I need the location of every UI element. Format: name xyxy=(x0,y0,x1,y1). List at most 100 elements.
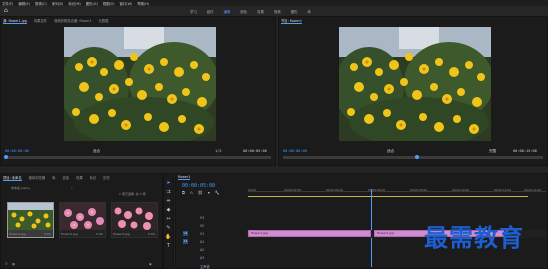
source-monitor: 源: flower1.jpg 效果控件 音频剪辑混合器: flower1 元数据 xyxy=(0,16,276,183)
tab-markers[interactable]: 标记 xyxy=(90,175,97,180)
settings-icon[interactable]: 🔧 xyxy=(215,191,220,195)
workspace-editing[interactable]: 编辑 xyxy=(224,9,231,14)
snap-icon[interactable]: ∩ xyxy=(190,191,193,195)
flower-image xyxy=(64,27,216,141)
source-viewer[interactable] xyxy=(64,27,216,141)
workspace-effects[interactable]: 效果 xyxy=(257,9,264,14)
tab-info[interactable]: 信息 xyxy=(62,175,69,180)
selection-count: 1 项已选择, 共 5 项 xyxy=(119,192,146,196)
project-item-flower1[interactable]: flower1.jpg 5:00 xyxy=(7,202,54,238)
track-a3: A3 xyxy=(200,256,205,260)
track-v1: V1 xyxy=(200,232,205,236)
menu-graphics[interactable]: 图形(G) xyxy=(86,1,98,6)
source-fit-select[interactable]: 适合 xyxy=(93,149,100,154)
timeline-timecode[interactable]: 00:00:05:00 xyxy=(182,183,215,189)
project-item-flower3[interactable]: flower3.jpg 5:00 xyxy=(111,202,158,238)
track-v2: V2 xyxy=(200,224,205,228)
workspace-learn[interactable]: 学习 xyxy=(190,9,197,14)
tab-metadata[interactable]: 元数据 xyxy=(99,18,109,23)
program-monitor: 节目: flower1 00:00:00:00 适合 完整 00:00:15:0… xyxy=(278,16,548,183)
tab-audio-mixer[interactable]: 音频剪辑混合器: flower1 xyxy=(54,18,92,23)
tab-project[interactable]: 项目: 未命名 xyxy=(3,175,22,181)
tab-media-browser[interactable]: 媒体浏览器 xyxy=(29,175,45,180)
timeline-playhead[interactable] xyxy=(371,189,372,267)
search-icon[interactable]: ⌕ xyxy=(71,186,73,190)
ruler-label: 00:00:12:00 xyxy=(494,188,512,192)
linked-selection-icon[interactable]: ⛓ xyxy=(198,191,203,195)
nest-icon[interactable]: ⧉ xyxy=(182,191,185,195)
workspace-assembly[interactable]: 组件 xyxy=(207,9,214,14)
home-icon[interactable]: ⌂ xyxy=(4,7,10,14)
ruler-label: 00:00:04:00 xyxy=(326,188,344,192)
source-patch-a1[interactable]: A1 xyxy=(183,239,188,244)
type-tool-icon[interactable]: T xyxy=(165,243,172,250)
source-timecode[interactable]: 00:00:00:00 xyxy=(5,149,29,153)
source-scrub-bar[interactable] xyxy=(5,156,271,159)
workspace-bar: ⌂ 学习 组件 编辑 颜色 效果 音频 图形 库 xyxy=(0,6,548,16)
watermark-text: 最需教育 xyxy=(424,223,524,252)
menu-file[interactable]: 文件(F) xyxy=(2,1,13,6)
hand-tool-icon[interactable]: ✋ xyxy=(165,234,172,241)
source-patch-v1[interactable]: V1 xyxy=(183,231,188,236)
selection-tool-icon[interactable]: ➤ xyxy=(165,180,172,187)
project-item-flower2[interactable]: flower2.jpg 5:00 xyxy=(59,202,106,238)
item-duration: 5:00 xyxy=(44,232,51,236)
slip-tool-icon[interactable]: ↔ xyxy=(165,216,172,223)
tab-sequence[interactable]: flower1 xyxy=(178,175,191,180)
menu-window[interactable]: 窗口(W) xyxy=(120,1,133,6)
tab-program[interactable]: 节目: flower1 xyxy=(281,18,303,24)
workspace-audio[interactable]: 音频 xyxy=(274,9,281,14)
clip-flower1[interactable]: flower1.jpg xyxy=(248,230,371,237)
timeline-tabbar: flower1 xyxy=(176,174,197,181)
tab-history[interactable]: 历史 xyxy=(103,175,110,180)
tab-effect-controls[interactable]: 效果控件 xyxy=(34,18,47,23)
menu-edit[interactable]: 编辑(E) xyxy=(18,1,30,6)
program-fit-select[interactable]: 适合 xyxy=(387,149,394,154)
track-a1: A1 xyxy=(200,240,205,244)
menu-view[interactable]: 视图(V) xyxy=(103,1,115,6)
program-playhead[interactable] xyxy=(415,155,419,159)
pen-tool-icon[interactable]: ✎ xyxy=(165,225,172,232)
razor-tool-icon[interactable]: ◆ xyxy=(165,207,172,214)
source-playhead[interactable] xyxy=(4,155,8,159)
menu-marker[interactable]: 标记(M) xyxy=(68,1,80,6)
new-item-icon[interactable]: ▣ xyxy=(149,262,152,266)
source-resolution[interactable]: 1/2 xyxy=(215,149,222,153)
menu-sequence[interactable]: 序列(S) xyxy=(52,1,64,6)
master-track: 主声道 xyxy=(200,265,210,269)
program-timecode[interactable]: 00:00:00:00 xyxy=(283,149,307,153)
tab-effects[interactable]: 效果 xyxy=(76,175,83,180)
add-marker-icon[interactable]: ▾ xyxy=(208,191,210,195)
project-file-name: 未命名.prproj xyxy=(11,186,30,190)
workspace-color[interactable]: 颜色 xyxy=(240,9,247,14)
ruler-label: 00:00 xyxy=(248,188,257,192)
ruler-label: 00:00:14:00 xyxy=(524,188,542,192)
ruler-label: 00:00:08:00 xyxy=(410,188,428,192)
program-viewer[interactable] xyxy=(339,27,491,141)
source-tabbar: 源: flower1.jpg 效果控件 音频剪辑混合器: flower1 元数据 xyxy=(1,17,115,24)
program-tabbar: 节目: flower1 xyxy=(279,17,309,24)
work-area-bar[interactable] xyxy=(248,196,528,197)
flower-image xyxy=(339,27,491,141)
menu-help[interactable]: 帮助(H) xyxy=(137,1,149,6)
workspace-graphics[interactable]: 图形 xyxy=(291,9,298,14)
item-duration: 5:00 xyxy=(96,232,103,236)
tab-source[interactable]: 源: flower1.jpg xyxy=(3,18,27,24)
track-a2: A2 xyxy=(200,248,205,252)
tab-libraries[interactable]: 库 xyxy=(52,175,55,180)
ruler-label: 00:00:02:00 xyxy=(284,188,302,192)
icon-view-icon[interactable]: ▦ xyxy=(12,262,15,266)
thumbnail-image xyxy=(8,203,53,230)
track-v3: V3 xyxy=(200,216,205,220)
item-name: flower3.jpg xyxy=(113,232,130,236)
timeline-toolbar: ⧉ ∩ ⛓ ▾ 🔧 xyxy=(182,191,225,195)
ripple-edit-tool-icon[interactable]: ⇹ xyxy=(165,198,172,205)
menu-clip[interactable]: 剪辑(C) xyxy=(35,1,47,6)
program-scrub-bar[interactable] xyxy=(283,156,543,159)
track-select-tool-icon[interactable]: ⇉ xyxy=(165,189,172,196)
list-view-icon[interactable]: ☰ xyxy=(5,262,8,266)
workspace-libraries[interactable]: 库 xyxy=(307,9,310,14)
program-resolution[interactable]: 完整 xyxy=(489,149,496,154)
workspace-tabs: 学习 组件 编辑 颜色 效果 音频 图形 库 xyxy=(190,6,321,16)
item-name: flower2.jpg xyxy=(61,232,78,236)
